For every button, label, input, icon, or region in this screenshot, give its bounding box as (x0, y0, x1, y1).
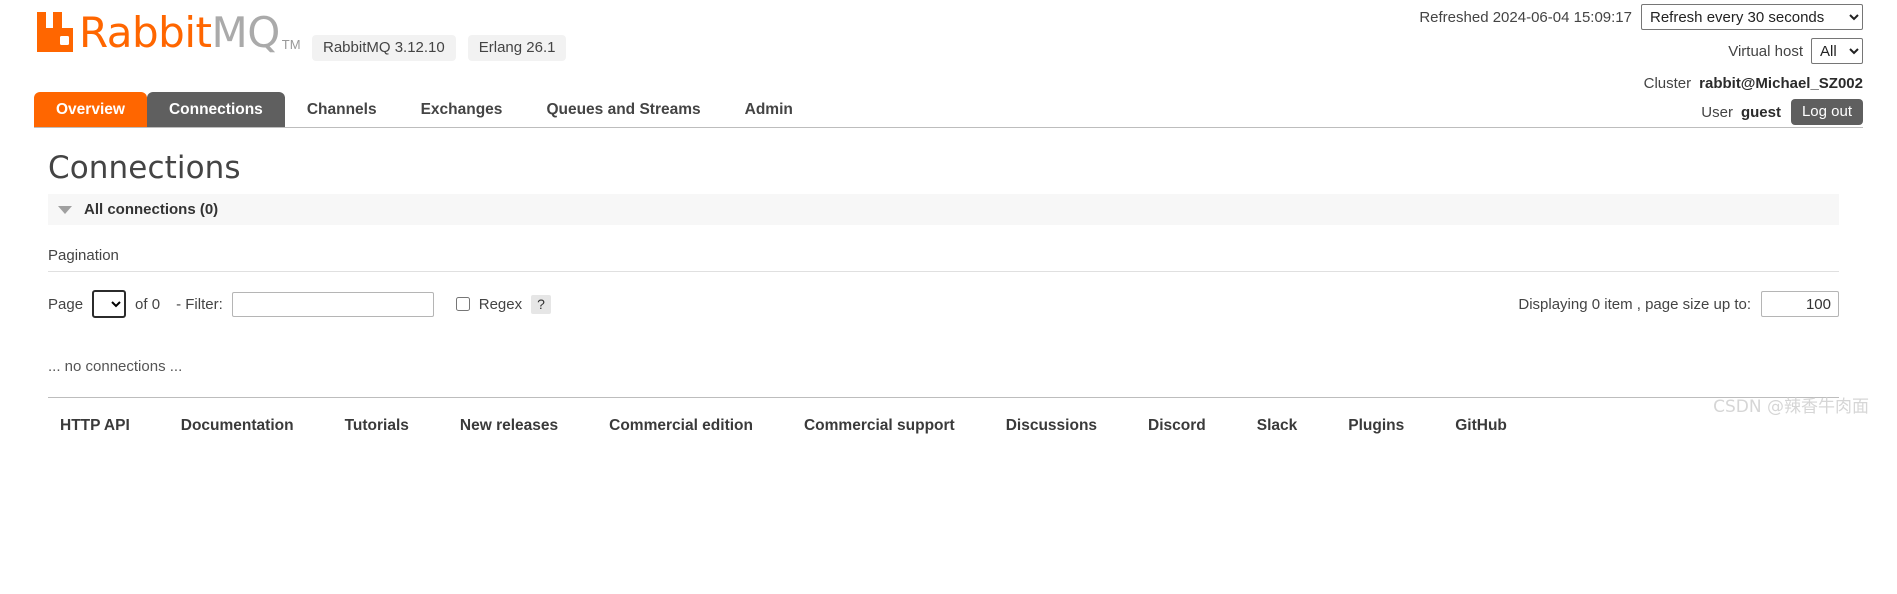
pagination-label: Pagination (48, 247, 1839, 272)
cluster-name: rabbit@Michael_SZ002 (1699, 74, 1863, 92)
page-header: RabbitMQ TM RabbitMQ 3.12.10 Erlang 26.1… (24, 0, 1873, 128)
regex-help-icon[interactable]: ? (531, 294, 551, 314)
page-number-select[interactable] (92, 290, 127, 318)
badge-erlang-version: Erlang 26.1 (467, 35, 567, 61)
tab-overview[interactable]: Overview (34, 92, 147, 128)
pagination-controls-row: Page of 0 - Filter: Regex ? Displaying 0… (48, 290, 1839, 318)
virtual-host-select[interactable]: All (1811, 38, 1863, 64)
footer-link-plugins[interactable]: Plugins (1348, 417, 1404, 435)
footer-link-http-api[interactable]: HTTP API (60, 417, 130, 435)
filter-label: - Filter: (176, 295, 223, 313)
user-name: guest (1740, 103, 1781, 121)
footer-link-new-releases[interactable]: New releases (460, 417, 558, 435)
page-total-label: of 0 (135, 295, 161, 313)
no-connections-message: ... no connections ... (48, 358, 183, 375)
logo-text-mq: MQ (211, 8, 280, 57)
logo-trademark: TM (281, 37, 301, 52)
all-connections-section-header[interactable]: All connections (0) (48, 194, 1839, 225)
footer-link-discord[interactable]: Discord (1148, 417, 1206, 435)
main-navigation: Overview Connections Channels Exchanges … (34, 92, 815, 128)
footer-link-github[interactable]: GitHub (1455, 417, 1507, 435)
filter-input[interactable] (231, 291, 434, 317)
footer-link-commercial-edition[interactable]: Commercial edition (609, 417, 753, 435)
footer-links: HTTP API Documentation Tutorials New rel… (48, 417, 1839, 435)
logo-text-rabbit: Rabbit (79, 8, 212, 57)
main-content: Connections All connections (0) Paginati… (24, 150, 1873, 435)
header-right-controls: Refreshed 2024-06-04 15:09:17 Refresh ev… (1419, 0, 1863, 125)
footer-link-documentation[interactable]: Documentation (181, 417, 294, 435)
watermark: CSDN @辣香牛肉面 (1713, 397, 1869, 417)
tab-connections[interactable]: Connections (146, 92, 285, 128)
cluster-label: Cluster (1643, 74, 1692, 92)
virtual-host-label: Virtual host (1728, 42, 1803, 60)
page-root: RabbitMQ TM RabbitMQ 3.12.10 Erlang 26.1… (0, 0, 1897, 435)
footer-link-slack[interactable]: Slack (1257, 417, 1298, 435)
footer-link-tutorials[interactable]: Tutorials (345, 417, 409, 435)
regex-option: Regex ? (455, 294, 551, 314)
tab-exchanges[interactable]: Exchanges (399, 92, 525, 128)
triangle-down-icon[interactable] (58, 205, 72, 214)
pagination-controls-right: Displaying 0 item , page size up to: (1518, 291, 1839, 317)
tab-admin[interactable]: Admin (723, 92, 815, 128)
page-size-input[interactable] (1761, 291, 1839, 317)
tab-queues-and-streams[interactable]: Queues and Streams (524, 92, 722, 128)
refreshed-timestamp: Refreshed 2024-06-04 15:09:17 (1419, 8, 1632, 26)
all-connections-label: All connections (0) (84, 201, 219, 218)
user-label: User (1701, 103, 1733, 121)
log-out-button[interactable]: Log out (1790, 99, 1863, 125)
badge-rabbitmq-version: RabbitMQ 3.12.10 (312, 35, 456, 61)
displaying-items-label: Displaying 0 item , page size up to: (1518, 295, 1751, 313)
rabbitmq-logo-icon (34, 10, 76, 54)
refresh-interval-select[interactable]: Refresh every 30 seconds (1641, 4, 1863, 30)
nav-bottom-rule (34, 127, 1863, 128)
regex-label: Regex (478, 295, 523, 313)
pagination-controls-left: Page of 0 - Filter: Regex ? (48, 290, 551, 318)
footer-divider (48, 397, 1839, 398)
version-badges: RabbitMQ 3.12.10 Erlang 26.1 (312, 35, 567, 61)
page-label: Page (48, 295, 84, 313)
regex-checkbox[interactable] (455, 297, 470, 311)
tab-channels[interactable]: Channels (285, 92, 399, 128)
page-title: Connections (48, 150, 241, 186)
footer-link-discussions[interactable]: Discussions (1006, 417, 1097, 435)
brand-logo[interactable]: RabbitMQ TM (34, 10, 301, 54)
footer-link-commercial-support[interactable]: Commercial support (804, 417, 955, 435)
